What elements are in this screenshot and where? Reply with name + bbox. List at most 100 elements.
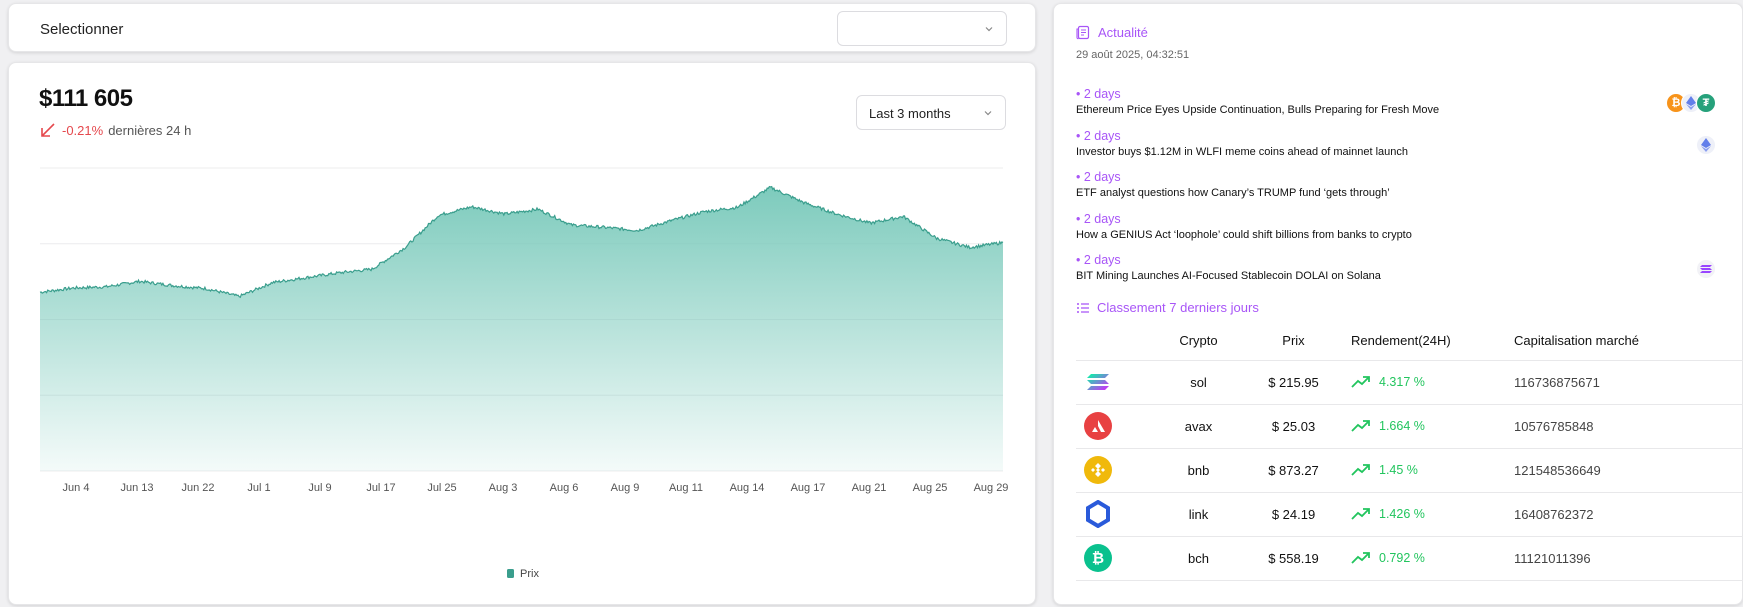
news-title[interactable]: Ethereum Price Eyes Upside Continuation,… — [1076, 104, 1716, 116]
news-age: • 2 days — [1076, 87, 1121, 101]
news-age: • 2 days — [1076, 211, 1121, 226]
ranking-row[interactable]: avax $ 25.03 1.664 % 10576785848 — [1076, 404, 1743, 449]
x-tick-label: Jul 9 — [308, 482, 331, 494]
return-percent: 1.426 % — [1379, 507, 1425, 521]
ranking-header: Classement 7 derniers jours — [1076, 300, 1259, 315]
crypto-symbol: bnb — [1151, 448, 1246, 493]
trending-up-icon — [1351, 420, 1370, 432]
x-tick-label: Aug 29 — [974, 482, 1009, 494]
avalanche-icon — [1076, 404, 1151, 449]
news-title[interactable]: ETF analyst questions how Canary’s TRUMP… — [1076, 187, 1716, 199]
x-tick-label: Aug 25 — [913, 482, 948, 494]
ranking-table: Crypto Prix Rendement(24H) Capitalisatio… — [1076, 322, 1743, 581]
current-price: $111 605 — [39, 85, 133, 112]
market-cap: 116736875671 — [1514, 360, 1743, 405]
market-cap: 11121011396 — [1514, 536, 1743, 581]
news-coin-icons: ₿ ₮ — [1666, 93, 1716, 113]
asset-select[interactable] — [837, 11, 1007, 46]
news-title[interactable]: BIT Mining Launches AI-Focused Stablecoi… — [1076, 270, 1716, 282]
column-header-icon — [1076, 322, 1151, 361]
news-item[interactable]: • 2 days How a GENIUS Act ‘loophole’ cou… — [1076, 212, 1716, 241]
news-age: • 2 days — [1076, 253, 1121, 267]
column-header-price: Prix — [1246, 322, 1341, 361]
market-cap: 16408762372 — [1514, 492, 1743, 537]
chevron-down-icon — [985, 26, 993, 31]
price-area-chart: Jun 4 Jun 13 Jun 22 Jul 1 Jul 9 Jul 17 Jul 25 A… — [39, 167, 1009, 580]
news-title[interactable]: Investor buys $1.12M in WLFI meme coins … — [1076, 146, 1716, 158]
market-cap: 121548536649 — [1514, 448, 1743, 493]
x-tick-label: Aug 21 — [852, 482, 887, 494]
return-percent: 4.317 % — [1379, 375, 1425, 389]
x-tick-label: Jun 13 — [120, 482, 153, 494]
solana-icon — [1696, 259, 1716, 279]
x-tick-label: Aug 14 — [730, 482, 765, 494]
market-cap: 10576785848 — [1514, 404, 1743, 449]
trending-up-icon — [1351, 508, 1370, 520]
crypto-price: $ 25.03 — [1246, 404, 1341, 449]
legend-label-prix: Prix — [520, 568, 539, 580]
trending-up-icon — [1351, 552, 1370, 564]
trending-up-icon — [1351, 376, 1370, 388]
news-card: Actualité 29 août 2025, 04:32:51 • 2 day… — [1053, 3, 1743, 605]
column-header-return: Rendement(24H) — [1341, 322, 1514, 361]
news-coin-icons — [1696, 259, 1716, 279]
news-age: • 2 days — [1076, 128, 1121, 143]
trending-up-icon — [1351, 464, 1370, 476]
crypto-price: $ 873.27 — [1246, 448, 1341, 493]
chart-legend: Prix — [507, 568, 539, 580]
x-tick-label: Jul 1 — [247, 482, 270, 494]
price-change-row: -0.21% dernières 24 h — [39, 121, 191, 139]
news-item[interactable]: • 2 days Ethereum Price Eyes Upside Cont… — [1076, 87, 1716, 116]
price-change-percent: -0.21% — [62, 122, 104, 138]
ranking-row[interactable]: ₿ bch $ 558.19 0.792 % 11121011396 — [1076, 536, 1743, 581]
news-date: 29 août 2025, 04:32:51 — [1076, 49, 1190, 61]
news-item[interactable]: • 2 days BIT Mining Launches AI-Focused … — [1076, 253, 1716, 282]
x-tick-label: Jun 4 — [63, 482, 90, 494]
return-value: 4.317 % — [1351, 375, 1514, 389]
crypto-symbol: link — [1151, 492, 1246, 537]
x-tick-label: Aug 9 — [611, 482, 640, 494]
price-change-label: dernières 24 h — [108, 122, 192, 138]
return-value: 1.45 % — [1351, 463, 1514, 477]
column-header-crypto: Crypto — [1151, 322, 1246, 361]
news-coin-icons — [1696, 134, 1716, 155]
return-value: 0.792 % — [1351, 551, 1514, 565]
ethereum-icon — [1696, 134, 1716, 155]
ranking-row[interactable]: bnb $ 873.27 1.45 % 121548536649 — [1076, 448, 1743, 493]
x-tick-label: Jul 25 — [427, 482, 456, 494]
x-tick-label: Aug 3 — [489, 482, 518, 494]
x-tick-label: Jun 22 — [181, 482, 214, 494]
arrow-down-left-icon — [41, 123, 55, 137]
legend-swatch-prix — [507, 569, 514, 578]
tether-icon: ₮ — [1696, 93, 1716, 113]
list-icon — [1077, 302, 1089, 313]
chevron-down-icon — [984, 110, 992, 115]
news-header-label: Actualité — [1098, 25, 1148, 40]
return-percent: 1.45 % — [1379, 463, 1418, 477]
crypto-price: $ 215.95 — [1246, 360, 1341, 405]
newspaper-icon — [1076, 25, 1090, 40]
crypto-symbol: bch — [1151, 536, 1246, 581]
ranking-row[interactable]: sol $ 215.95 4.317 % 116736875671 — [1076, 360, 1743, 405]
ranking-row[interactable]: link $ 24.19 1.426 % 16408762372 — [1076, 492, 1743, 537]
bitcoin-cash-icon: ₿ — [1076, 536, 1151, 581]
time-range-select[interactable]: Last 3 months — [856, 95, 1006, 130]
selector-title: Selectionner — [40, 21, 124, 38]
x-tick-label: Aug 17 — [791, 482, 826, 494]
price-area — [40, 186, 1003, 471]
return-percent: 0.792 % — [1379, 551, 1425, 565]
x-tick-label: Jul 17 — [366, 482, 395, 494]
x-tick-label: Aug 11 — [669, 482, 703, 494]
ranking-header-row: Crypto Prix Rendement(24H) Capitalisatio… — [1076, 322, 1743, 361]
ranking-header-label: Classement 7 derniers jours — [1097, 300, 1259, 315]
crypto-symbol: avax — [1151, 404, 1246, 449]
news-age: • 2 days — [1076, 170, 1121, 184]
news-item[interactable]: • 2 days Investor buys $1.12M in WLFI me… — [1076, 129, 1716, 158]
news-header: Actualité — [1076, 25, 1148, 40]
news-item[interactable]: • 2 days ETF analyst questions how Canar… — [1076, 170, 1716, 199]
time-range-value: Last 3 months — [869, 106, 951, 121]
price-chart-card: $111 605 -0.21% dernières 24 h Last 3 mo… — [8, 62, 1036, 605]
chainlink-icon — [1076, 492, 1151, 537]
news-title[interactable]: How a GENIUS Act ‘loophole’ could shift … — [1076, 229, 1716, 241]
crypto-price: $ 558.19 — [1246, 536, 1341, 581]
